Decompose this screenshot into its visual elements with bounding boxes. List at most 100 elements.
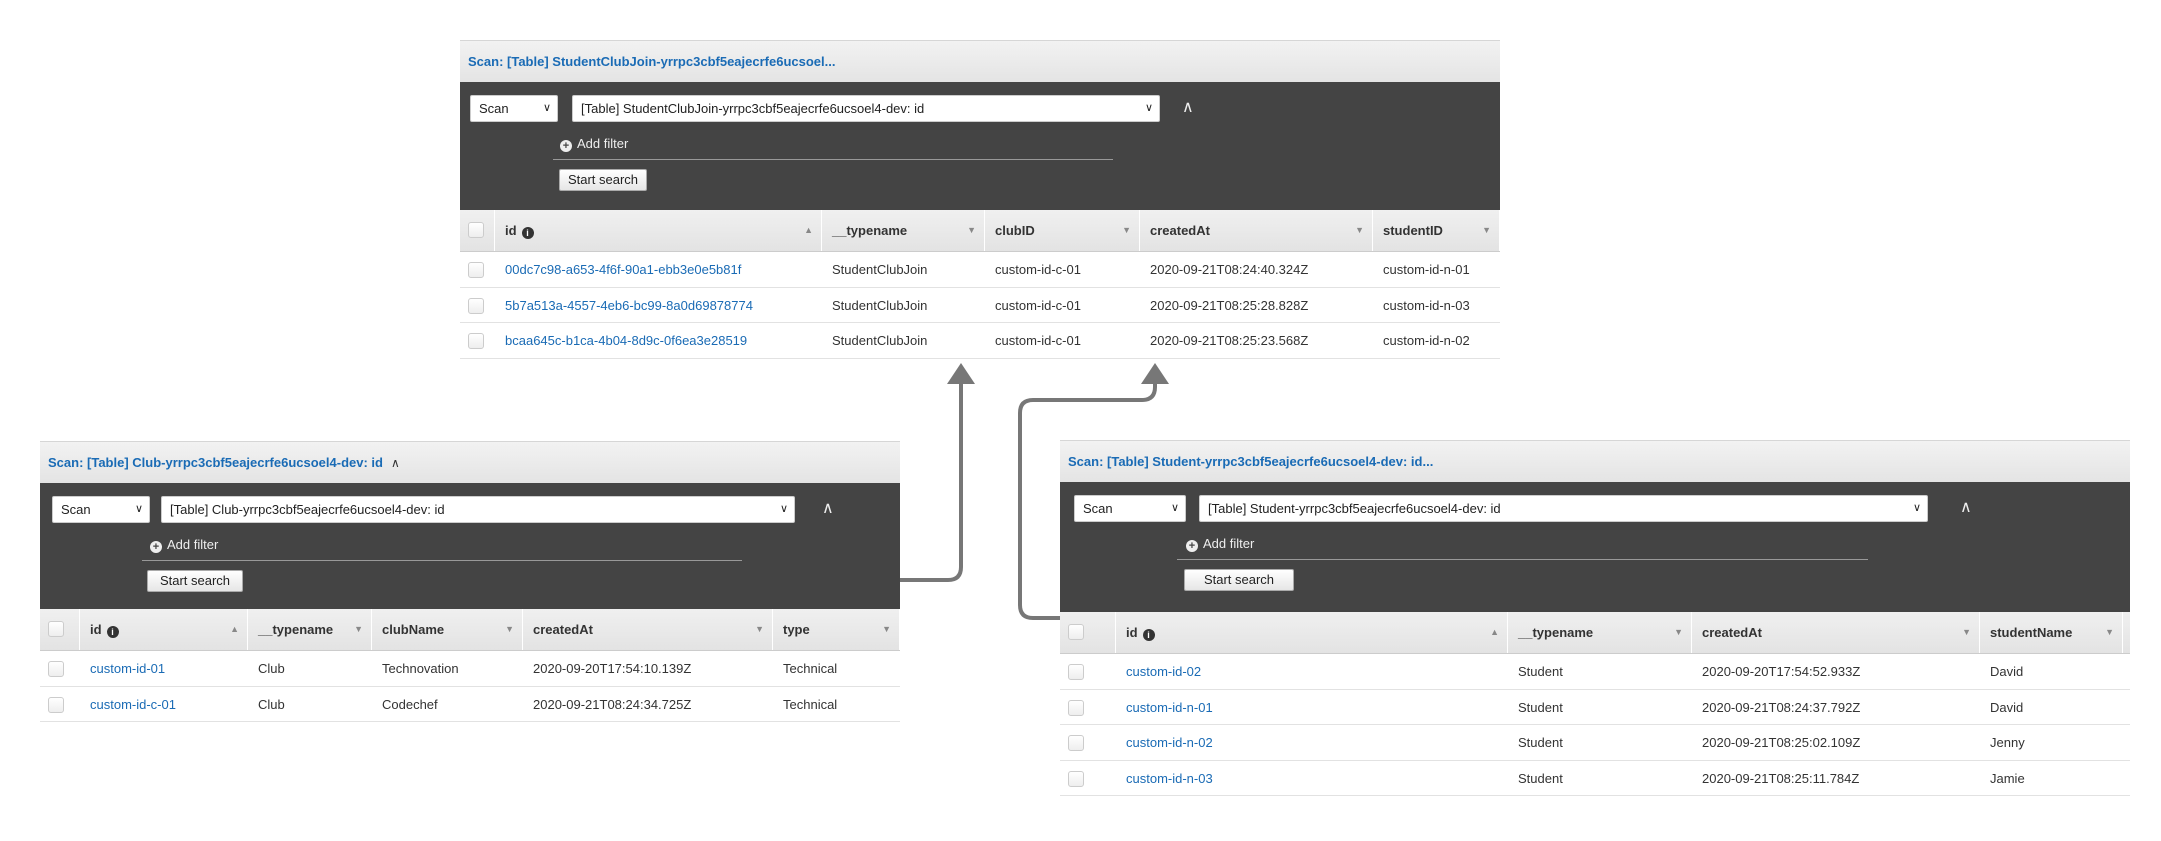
add-filter-button[interactable]: + Add filter [560, 136, 628, 152]
add-filter-label: Add filter [167, 537, 219, 552]
column-header-typename[interactable]: __typename ▼ [822, 210, 985, 251]
sort-icon[interactable]: ▼ [1122, 210, 1131, 251]
chevron-down-icon: ∨ [1144, 102, 1153, 114]
item-id-link[interactable]: custom-id-n-03 [1116, 761, 1213, 797]
column-header-type[interactable]: type ▼ [773, 609, 900, 650]
table-header: id i ▲ __typename ▼ clubName ▼ createdAt ▼ type ▼ [40, 609, 900, 651]
sort-icon[interactable]: ▼ [354, 609, 363, 650]
sort-icon[interactable]: ▼ [1355, 210, 1364, 251]
chevron-up-icon[interactable]: ∧ [1960, 497, 1972, 517]
sort-icon[interactable]: ▼ [1674, 612, 1683, 653]
sort-icon[interactable]: ▲ [1490, 612, 1499, 653]
sort-icon[interactable]: ▲ [804, 210, 813, 251]
item-id-link[interactable]: custom-id-n-01 [1116, 690, 1213, 726]
table-row[interactable]: custom-id-c-01 Club Codechef 2020-09-21T08:… [40, 687, 900, 723]
item-id-link[interactable]: 5b7a513a-4557-4eb6-bc99-8a0d69878774 [495, 288, 753, 324]
scan-mode-value: Scan [479, 101, 509, 116]
table-row[interactable]: custom-id-01 Club Technovation 2020-09-20T1… [40, 651, 900, 687]
item-id-link[interactable]: custom-id-01 [80, 651, 165, 687]
sort-icon[interactable]: ▼ [2105, 612, 2114, 653]
row-checkbox[interactable] [48, 661, 64, 677]
item-id-link[interactable]: custom-id-02 [1116, 654, 1201, 690]
row-checkbox[interactable] [1068, 699, 1084, 716]
scan-mode-select[interactable]: Scan ∨ [1074, 495, 1186, 522]
item-id-link[interactable]: custom-id-n-02 [1116, 725, 1213, 761]
sort-icon[interactable]: ▼ [967, 210, 976, 251]
table-row[interactable]: 5b7a513a-4557-4eb6-bc99-8a0d69878774 Stud… [460, 288, 1500, 324]
column-header-clubID[interactable]: clubID ▼ [985, 210, 1140, 251]
sort-icon[interactable]: ▼ [1482, 210, 1491, 251]
info-icon[interactable]: i [1142, 629, 1155, 641]
chevron-up-icon[interactable]: ∧ [1182, 97, 1194, 117]
plus-circle-icon: + [560, 140, 572, 152]
column-header-createdAt[interactable]: createdAt ▼ [1692, 612, 1980, 653]
chevron-down-icon: ∨ [1912, 502, 1921, 514]
start-search-button[interactable]: Start search [147, 570, 243, 592]
panel-title-text[interactable]: Scan: [Table] Student-yrrpc3cbf5eajecrfe… [1068, 454, 1433, 469]
scan-mode-select[interactable]: Scan ∨ [470, 95, 558, 122]
column-header-studentName[interactable]: studentName ▼ [1980, 612, 2123, 653]
add-filter-button[interactable]: + Add filter [150, 537, 218, 553]
item-id-link[interactable]: bcaa645c-b1ca-4b04-8d9c-0f6ea3e28519 [495, 323, 747, 359]
info-icon[interactable]: i [106, 626, 119, 638]
select-all-checkbox[interactable] [1068, 624, 1084, 640]
table-row[interactable]: custom-id-n-01 Student 2020-09-21T08:24:37… [1060, 690, 2130, 726]
row-checkbox[interactable] [468, 297, 484, 314]
table-row[interactable]: custom-id-n-03 Student 2020-09-21T08:25:11… [1060, 761, 2130, 797]
column-label: __typename [832, 223, 908, 238]
cell-createdAt: 2020-09-21T08:25:11.784Z [1702, 770, 1860, 786]
column-header-typename[interactable]: __typename ▼ [248, 609, 372, 650]
panel-title[interactable]: Scan: [Table] Club-yrrpc3cbf5eajecrfe6uc… [48, 455, 400, 470]
table-row[interactable]: 00dc7c98-a653-4f6f-90a1-ebb3e0e5b81f Stud… [460, 252, 1500, 288]
table-index-select[interactable]: [Table] Student-yrrpc3cbf5eajecrfe6ucsoe… [1199, 495, 1928, 522]
sort-icon[interactable]: ▼ [1962, 612, 1971, 653]
cell-studentName: Jamie [1990, 770, 2025, 786]
start-search-button[interactable]: Start search [559, 169, 647, 191]
panel-title-text[interactable]: Scan: [Table] Club-yrrpc3cbf5eajecrfe6uc… [48, 455, 383, 470]
column-header-createdAt[interactable]: createdAt ▼ [1140, 210, 1373, 251]
row-checkbox[interactable] [468, 262, 484, 278]
add-filter-button[interactable]: + Add filter [1186, 536, 1254, 552]
row-checkbox[interactable] [1068, 735, 1084, 751]
column-header-typename[interactable]: __typename ▼ [1508, 612, 1692, 653]
start-search-button[interactable]: Start search [1184, 569, 1294, 591]
sort-icon[interactable]: ▼ [755, 609, 764, 650]
column-label: type [783, 622, 810, 637]
column-header-createdAt[interactable]: createdAt ▼ [523, 609, 773, 650]
select-all-checkbox[interactable] [468, 222, 484, 238]
chevron-up-icon[interactable]: ∧ [391, 456, 400, 470]
column-header-studentID[interactable]: studentID ▼ [1373, 210, 1500, 251]
column-label: __typename [1518, 625, 1594, 640]
table-row[interactable]: bcaa645c-b1ca-4b04-8d9c-0f6ea3e28519 Stud… [460, 323, 1500, 359]
column-header-id[interactable]: id i ▲ [495, 210, 822, 251]
cell-createdAt: 2020-09-21T08:24:37.792Z [1702, 699, 1861, 715]
item-id-link[interactable]: custom-id-c-01 [80, 687, 176, 723]
panel-title[interactable]: Scan: [Table] Student-yrrpc3cbf5eajecrfe… [1068, 454, 1433, 469]
select-all-checkbox[interactable] [48, 621, 64, 637]
table-row[interactable]: custom-id-02 Student 2020-09-20T17:54:52.9… [1060, 654, 2130, 690]
sort-icon[interactable]: ▲ [230, 609, 239, 650]
table-row[interactable]: custom-id-n-02 Student 2020-09-21T08:25:02… [1060, 725, 2130, 761]
row-checkbox[interactable] [48, 696, 64, 713]
table-index-select[interactable]: [Table] Club-yrrpc3cbf5eajecrfe6ucsoel4-… [161, 496, 795, 523]
column-header-id[interactable]: id i ▲ [80, 609, 248, 650]
info-icon[interactable]: i [521, 227, 534, 239]
column-label: studentName [1990, 625, 2073, 640]
column-header-clubName[interactable]: clubName ▼ [372, 609, 523, 650]
item-id-link[interactable]: 00dc7c98-a653-4f6f-90a1-ebb3e0e5b81f [495, 252, 741, 288]
chevron-up-icon[interactable]: ∧ [822, 498, 834, 518]
row-checkbox[interactable] [468, 333, 484, 349]
select-all-cell [460, 210, 495, 251]
sort-icon[interactable]: ▼ [505, 609, 514, 650]
scan-mode-select[interactable]: Scan ∨ [52, 496, 150, 523]
panel-title[interactable]: Scan: [Table] StudentClubJoin-yrrpc3cbf5… [468, 54, 835, 69]
sort-icon[interactable]: ▼ [882, 609, 891, 650]
panel-title-text[interactable]: Scan: [Table] StudentClubJoin-yrrpc3cbf5… [468, 54, 835, 69]
cell-clubID: custom-id-c-01 [995, 297, 1081, 313]
table-index-select[interactable]: [Table] StudentClubJoin-yrrpc3cbf5eajecr… [572, 95, 1160, 122]
cell-clubName: Codechef [382, 696, 438, 712]
row-checkbox[interactable] [1068, 664, 1084, 680]
scan-panel-student-club-join: Scan: [Table] StudentClubJoin-yrrpc3cbf5… [460, 40, 1500, 359]
row-checkbox[interactable] [1068, 770, 1084, 787]
column-header-id[interactable]: id i ▲ [1116, 612, 1508, 653]
